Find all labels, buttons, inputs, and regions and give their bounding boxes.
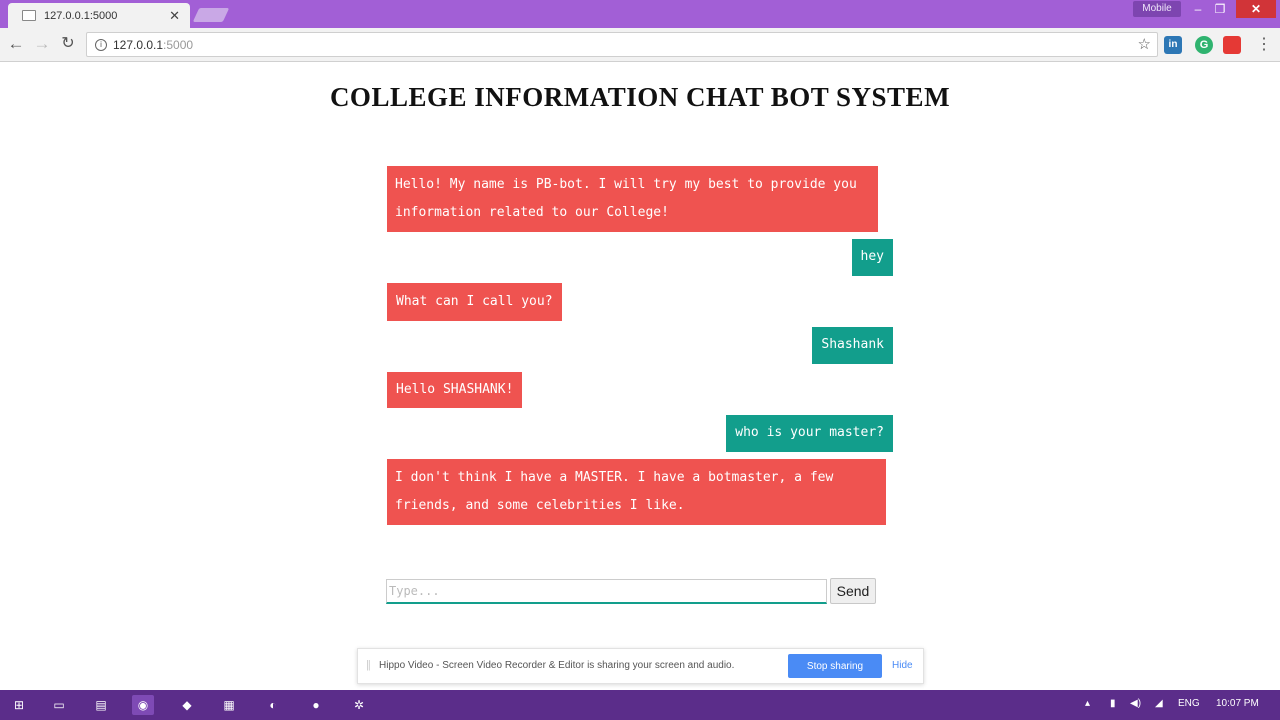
tab-title: 127.0.0.1:5000 <box>44 9 118 22</box>
task-view-icon[interactable]: ▭ <box>48 695 70 715</box>
taskbar: ⊞ ▭ ▤ ◉ ◆ ▦ ◐ ● ✲ ▴ ▮ ◀) ◢ ENG 10:07 PM <box>0 690 1280 720</box>
app-icon[interactable]: ◆ <box>176 695 198 715</box>
tab-close-icon[interactable]: ✕ <box>169 8 180 24</box>
address-bar[interactable]: i 127.0.0.1 :5000 ☆ <box>86 32 1158 57</box>
url-port: :5000 <box>163 37 194 52</box>
clock[interactable]: 10:07 PM <box>1216 698 1259 709</box>
share-message: Hippo Video - Screen Video Recorder & Ed… <box>379 660 735 671</box>
bot-message: I don't think I have a MASTER. I have a … <box>387 459 886 525</box>
chat-input[interactable] <box>386 579 827 604</box>
back-arrow-icon[interactable]: ← <box>6 34 26 54</box>
language-indicator[interactable]: ENG <box>1178 698 1200 709</box>
grammarly-icon[interactable]: G <box>1195 36 1213 54</box>
volume-icon[interactable]: ◀) <box>1130 698 1141 709</box>
profile-badge[interactable]: Mobile <box>1133 1 1181 17</box>
app-icon[interactable]: ✲ <box>348 695 370 715</box>
windows-start-icon[interactable]: ⊞ <box>8 695 30 715</box>
user-message: hey <box>851 239 893 276</box>
user-message: Shashank <box>812 327 893 364</box>
hide-link[interactable]: Hide <box>892 660 913 671</box>
page-title: COLLEGE INFORMATION CHAT BOT SYSTEM <box>329 82 951 112</box>
reload-icon[interactable]: ↻ <box>58 34 78 54</box>
url-host: 127.0.0.1 <box>113 37 164 52</box>
bot-message: What can I call you? <box>387 283 562 321</box>
bot-message: Hello SHASHANK! <box>387 372 523 408</box>
firefox-icon[interactable]: ● <box>305 695 327 715</box>
app-icon[interactable]: ◐ <box>262 695 284 715</box>
notepad-icon[interactable]: ▦ <box>218 695 240 715</box>
file-explorer-icon[interactable]: ▤ <box>90 695 112 715</box>
close-window-button[interactable]: ✕ <box>1236 0 1276 18</box>
network-icon[interactable]: ◢ <box>1155 698 1163 709</box>
page-icon <box>22 10 36 21</box>
user-message: who is your master? <box>726 415 893 452</box>
chat-input-row: Send <box>386 578 876 604</box>
browser-titlebar: 127.0.0.1:5000 ✕ Mobile – ❐ ✕ <box>0 0 1280 28</box>
tray-chevron-icon[interactable]: ▴ <box>1085 698 1090 709</box>
screen-share-bar: || Hippo Video - Screen Video Recorder &… <box>357 648 924 684</box>
menu-kebab-icon[interactable]: ⋮ <box>1256 34 1272 54</box>
tray-app-icon[interactable]: ▮ <box>1110 698 1116 709</box>
stop-sharing-button[interactable]: Stop sharing <box>788 654 882 678</box>
chrome-icon[interactable]: ◉ <box>132 695 154 715</box>
bookmark-star-icon[interactable]: ☆ <box>1138 35 1151 53</box>
info-icon[interactable]: i <box>95 38 107 51</box>
maximize-button[interactable]: ❐ <box>1210 0 1230 18</box>
send-button[interactable]: Send <box>830 578 876 604</box>
toolbox-icon[interactable] <box>1223 36 1241 54</box>
browser-tab[interactable]: 127.0.0.1:5000 ✕ <box>8 3 190 28</box>
forward-arrow-icon[interactable]: → <box>32 34 52 54</box>
drag-handle-icon[interactable]: || <box>366 659 371 671</box>
bot-message: Hello! My name is PB-bot. I will try my … <box>387 166 878 232</box>
minimize-button[interactable]: – <box>1188 0 1208 18</box>
new-tab-button[interactable] <box>192 8 230 22</box>
linkedin-icon[interactable]: in <box>1164 36 1182 54</box>
browser-toolbar: ← → ↻ i 127.0.0.1 :5000 ☆ in G ⋮ <box>0 28 1280 62</box>
